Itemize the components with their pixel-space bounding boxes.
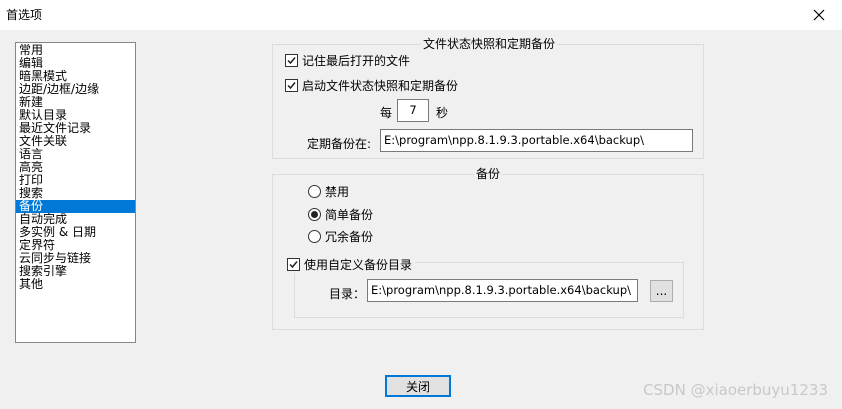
sidebar-item[interactable]: 搜索引擎	[16, 265, 135, 278]
backup-group-title: 备份	[474, 167, 503, 181]
sidebar-item[interactable]: 备份	[16, 200, 135, 213]
remember-last-session-checkbox[interactable]: 记住最后打开的文件	[285, 52, 410, 69]
enable-snapshot-checkbox[interactable]: 启动文件状态快照和定期备份	[285, 77, 458, 94]
sidebar-item[interactable]: 其他	[16, 278, 135, 291]
checkbox-check-icon	[287, 258, 300, 271]
radio-indicator	[308, 230, 321, 243]
browse-button[interactable]: ...	[650, 280, 673, 302]
radio-indicator	[308, 185, 321, 198]
sidebar-item[interactable]: 新建	[16, 96, 135, 109]
watermark: CSDN @xiaoerbuyu1233	[643, 381, 828, 399]
sidebar-item[interactable]: 文件关联	[16, 135, 135, 148]
custom-dir-input[interactable]: E:\program\npp.8.1.9.3.portable.x64\back…	[367, 279, 638, 302]
interval-suffix: 秒	[436, 106, 449, 120]
backup-simple-label: 简单备份	[325, 208, 374, 222]
close-button[interactable]: 关闭	[385, 375, 451, 397]
dialog-title: 首选项	[6, 8, 43, 22]
interval-prefix: 每	[380, 106, 393, 120]
title-bar: 首选项	[0, 0, 842, 30]
sidebar-item[interactable]: 云同步与链接	[16, 252, 135, 265]
dir-label: 目录：	[329, 287, 366, 301]
sidebar-item[interactable]: 边距/边框/边缘	[16, 83, 135, 96]
sidebar-item[interactable]: 高亮	[16, 161, 135, 174]
checkbox-check-icon	[285, 54, 298, 67]
checkbox-check-icon	[285, 79, 298, 92]
backup-disabled-label: 禁用	[325, 185, 350, 199]
interval-input[interactable]: 7	[397, 99, 429, 122]
sidebar-item[interactable]: 打印	[16, 174, 135, 187]
enable-snapshot-label: 启动文件状态快照和定期备份	[302, 79, 459, 93]
sidebar-item[interactable]: 语言	[16, 148, 135, 161]
category-list[interactable]: 常用 编辑 暗黑模式 边距/边框/边缘 新建 默认目录 最近文件记录 文件关联 语言 高亮 打印 搜索…	[15, 42, 136, 343]
sidebar-item[interactable]: 常用	[16, 44, 135, 57]
backup-verbose-label: 冗余备份	[325, 230, 374, 244]
backup-verbose-radio[interactable]: 冗余备份	[308, 228, 373, 245]
sidebar-item[interactable]: 最近文件记录	[16, 122, 135, 135]
custom-backup-dir-checkbox[interactable]: 使用自定义备份目录	[287, 256, 416, 273]
close-icon[interactable]	[796, 0, 842, 30]
backup-disabled-radio[interactable]: 禁用	[308, 183, 349, 200]
sidebar-item[interactable]: 暗黑模式	[16, 70, 135, 83]
custom-backup-dir-label: 使用自定义备份目录	[304, 258, 413, 272]
sidebar-item[interactable]: 编辑	[16, 57, 135, 70]
sidebar-item[interactable]: 自动完成	[16, 213, 135, 226]
sidebar-item[interactable]: 搜索	[16, 187, 135, 200]
backup-path-input[interactable]: E:\program\npp.8.1.9.3.portable.x64\back…	[380, 129, 693, 152]
snapshot-group-title: 文件状态快照和定期备份	[421, 37, 558, 51]
sidebar-item[interactable]: 多实例 & 日期	[16, 226, 135, 239]
backup-simple-radio[interactable]: 简单备份	[308, 206, 373, 223]
preferences-dialog: 首选项 常用 编辑 暗黑模式 边距/边框/边缘 新建 默认目录 最近文件记录 文件关联 语言 高亮…	[0, 0, 842, 409]
sidebar-item[interactable]: 默认目录	[16, 109, 135, 122]
backup-path-label: 定期备份在:	[307, 137, 372, 151]
sidebar-item[interactable]: 定界符	[16, 239, 135, 252]
remember-last-session-label: 记住最后打开的文件	[302, 54, 411, 68]
radio-indicator	[308, 208, 321, 221]
